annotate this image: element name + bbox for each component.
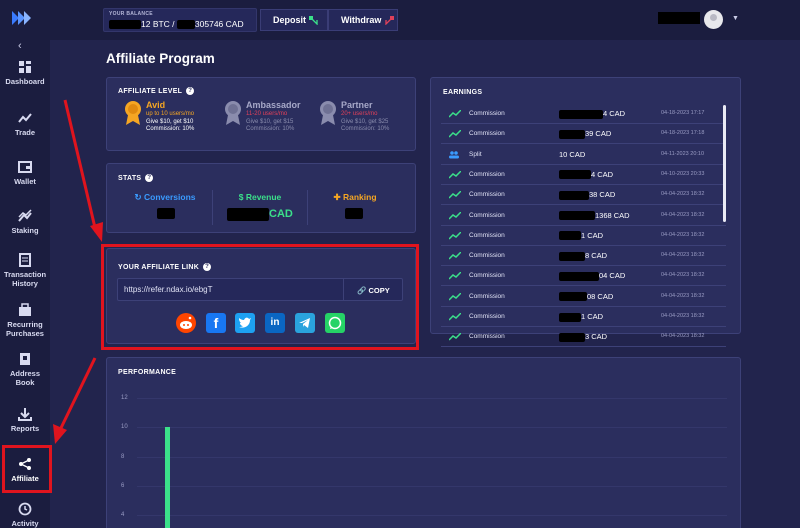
earnings-date: 04-04-2023 18:32 [661,231,705,238]
earnings-type: Commission [469,170,505,178]
earnings-date: 04-04-2023 18:32 [661,292,705,299]
redacted-amount [559,271,599,281]
earnings-type: Commission [469,211,505,219]
earnings-amount: 8 CAD [559,251,607,261]
earnings-type: Commission [469,333,505,341]
grid-line [137,427,727,429]
earnings-type: Commission [469,292,505,300]
earnings-date: 04-11-2023 20:10 [661,150,705,157]
earnings-date: 04-04-2023 18:32 [661,272,705,279]
trend-icon [449,110,461,118]
redacted-amount [559,129,585,139]
redacted-amount [559,109,603,119]
earnings-date: 04-04-2023 18:32 [661,211,705,218]
trend-icon [449,191,461,199]
earnings-type: Commission [469,130,505,138]
trend-icon [449,211,461,220]
trend-icon [449,170,461,179]
trend-icon [449,333,461,341]
earnings-type: Commission [469,110,505,117]
redacted-amount [559,251,585,261]
earnings-amount: 3 CAD [559,332,607,342]
earnings-row: Commission 04 CAD 04-04-2023 18:32 [441,266,726,287]
earnings-row: Commission 39 CAD 04-18-2023 17:18 [441,124,726,145]
earnings-amount: 04 CAD [559,271,625,281]
earnings-amount: 4 CAD [559,109,625,119]
performance-panel [106,357,741,528]
earnings-type: Split [469,150,482,158]
earnings-type: Commission [469,252,505,260]
y-tick-label: 10 [121,424,128,431]
trend-icon [449,292,461,301]
earnings-date: 04-10-2023 20:33 [661,170,705,177]
grid-line [137,515,727,517]
earnings-amount: 39 CAD [559,129,611,139]
earnings-date: 04-18-2023 17:18 [661,130,705,137]
trend-icon [449,130,461,138]
earnings-type: Commission [469,191,505,199]
earnings-amount: 4 CAD [559,170,613,180]
earnings-row: Commission 1 CAD 04-04-2023 18:32 [441,307,726,327]
earnings-amount: 1 CAD [559,231,603,241]
earnings-row: Commission 4 CAD 04-10-2023 20:33 [441,165,726,185]
earnings-row: Commission 8 CAD 04-04-2023 18:32 [441,246,726,267]
redacted-amount [559,211,595,221]
earnings-amount: 08 CAD [559,292,613,302]
earnings-row: Split 10 CAD 04-11-2023 20:10 [441,145,726,165]
grid-line [137,398,727,399]
redacted-amount [559,292,587,302]
earnings-row: Commission 1368 CAD 04-04-2023 18:32 [441,206,726,226]
y-tick-label: 8 [121,453,125,460]
earnings-row: Commission 4 CAD 04-18-2023 17:17 [441,104,726,124]
earnings-row: Commission 38 CAD 04-04-2023 18:32 [441,185,726,206]
earnings-date: 04-04-2023 18:32 [661,191,705,198]
redacted-amount [559,332,585,342]
earnings-date: 04-18-2023 17:17 [661,110,705,116]
performance-title: PERFORMANCE [118,369,177,376]
earnings-type: Commission [469,313,505,320]
earnings-type: Commission [469,231,505,239]
y-tick-label: 4 [121,512,125,519]
earnings-type: Commission [469,272,505,280]
earnings-amount: 1 CAD [559,312,603,322]
earnings-row: Commission 3 CAD 04-04-2023 18:32 [441,327,726,348]
grid-line [137,485,727,487]
trend-icon [449,313,461,321]
redacted-amount [559,170,591,180]
earnings-row: Commission 1 CAD 04-04-2023 18:32 [441,226,726,246]
earnings-scrollbar[interactable] [723,105,726,222]
chart-bar [165,427,170,528]
redacted-amount [559,312,581,322]
earnings-amount: 38 CAD [559,190,615,200]
earnings-amount: 10 CAD [559,149,586,159]
earnings-date: 04-04-2023 18:32 [661,252,705,259]
redacted-amount [559,190,589,200]
earnings-date: 04-04-2023 18:32 [661,333,705,340]
trend-icon [449,252,461,260]
earnings-date: 04-04-2023 18:32 [661,313,705,319]
earnings-amount: 1368 CAD [559,211,630,221]
trend-icon [449,272,461,280]
earnings-title: EARNINGS [443,89,483,96]
split-icon [449,150,459,159]
y-tick-label: 6 [121,482,125,489]
redacted-amount [559,231,581,241]
trend-icon [449,231,461,240]
y-tick-label: 12 [121,395,128,401]
earnings-row: Commission 08 CAD 04-04-2023 18:32 [441,287,726,307]
grid-line [137,456,727,458]
